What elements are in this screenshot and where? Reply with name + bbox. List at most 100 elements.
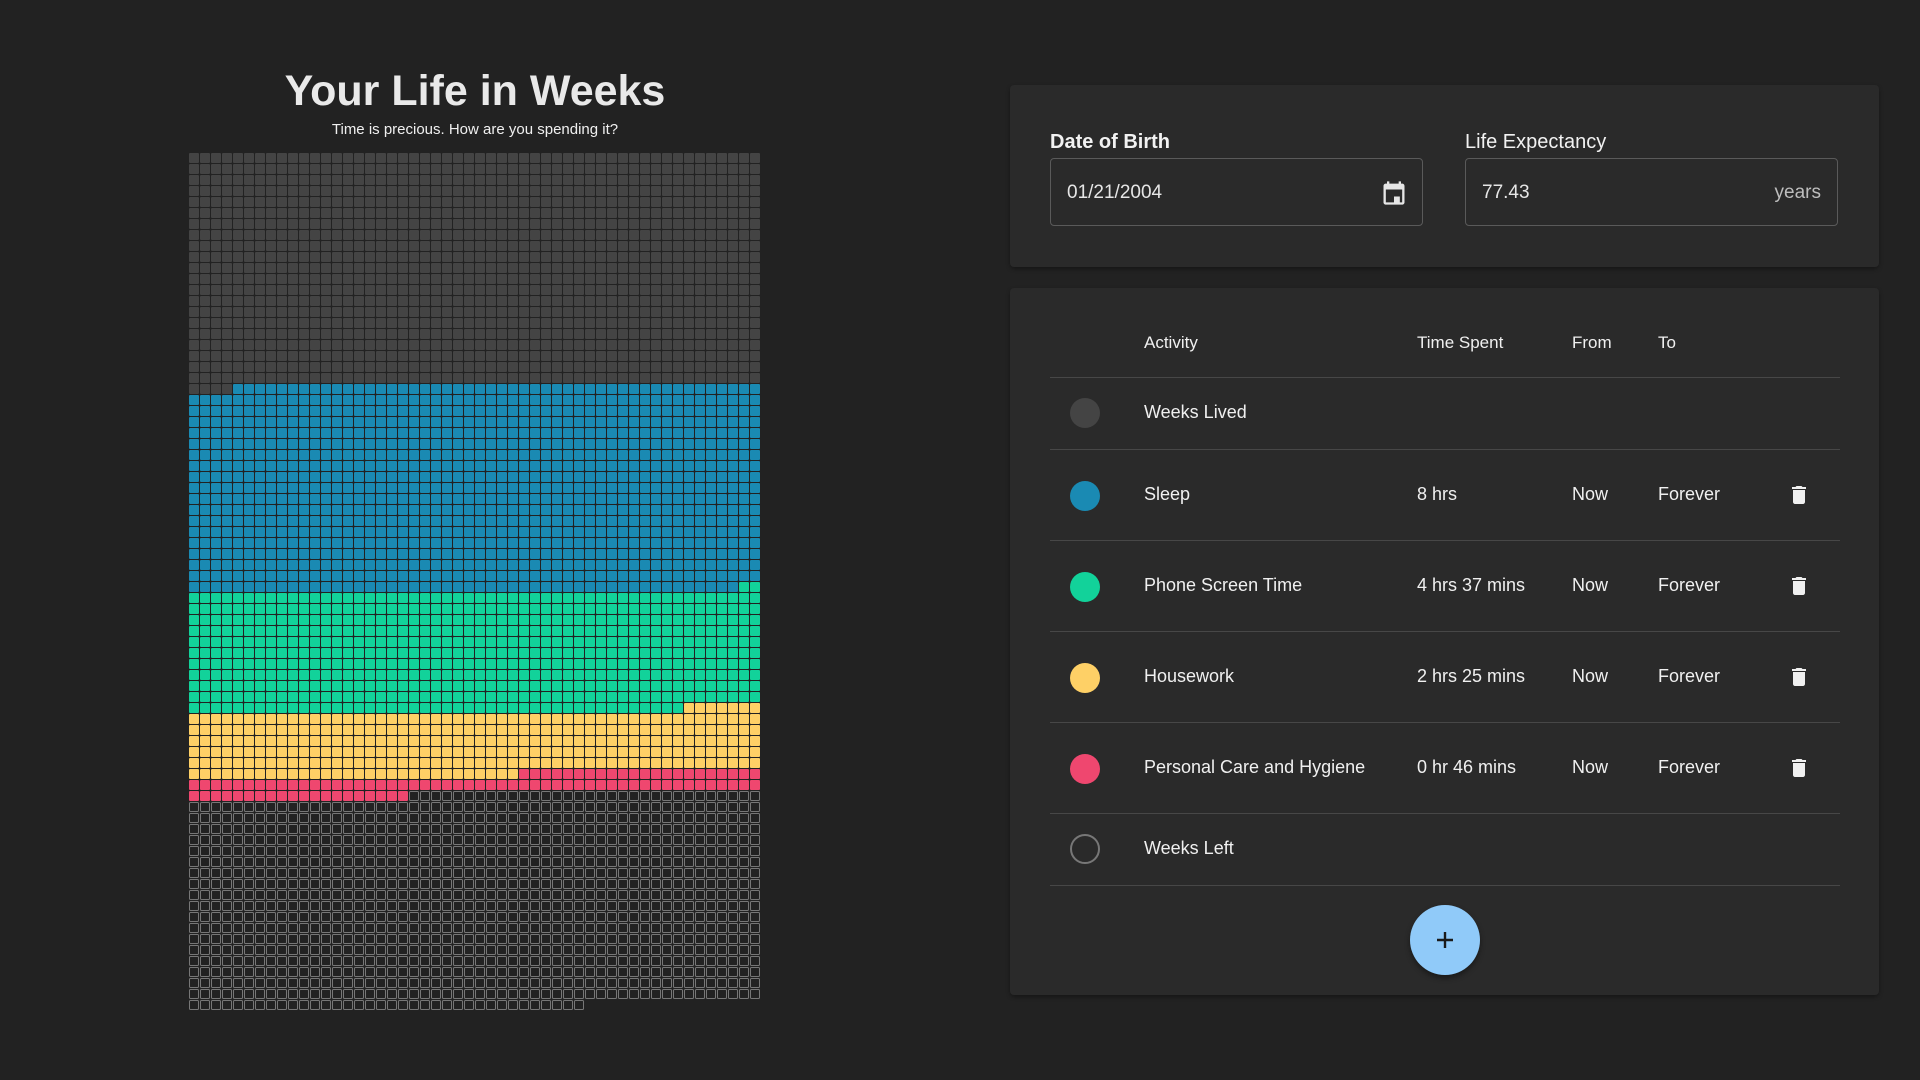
week-cell — [530, 989, 540, 999]
week-cell — [684, 285, 694, 295]
week-cell — [640, 978, 650, 988]
calendar-icon[interactable] — [1380, 179, 1408, 207]
week-cell — [607, 989, 617, 999]
activity-name[interactable]: Personal Care and Hygiene — [1144, 757, 1365, 778]
week-cell — [299, 351, 309, 361]
week-cell — [618, 296, 628, 306]
week-cell — [453, 461, 463, 471]
week-cell — [541, 571, 551, 581]
week-cell — [354, 197, 364, 207]
week-cell — [189, 351, 199, 361]
week-cell — [662, 285, 672, 295]
week-cell — [387, 879, 397, 889]
activity-name[interactable]: Sleep — [1144, 484, 1190, 505]
week-cell — [255, 681, 265, 691]
week-cell — [189, 626, 199, 636]
trash-icon[interactable] — [1787, 665, 1811, 689]
week-cell — [475, 747, 485, 757]
week-cell — [508, 538, 518, 548]
week-cell — [200, 208, 210, 218]
week-cell — [497, 725, 507, 735]
week-cell — [420, 384, 430, 394]
activity-name[interactable]: Phone Screen Time — [1144, 575, 1302, 596]
week-cell — [618, 615, 628, 625]
week-cell — [453, 549, 463, 559]
week-cell — [409, 505, 419, 515]
time-spent[interactable]: 2 hrs 25 mins — [1417, 666, 1525, 687]
week-cell — [640, 175, 650, 185]
week-cell — [552, 461, 562, 471]
week-cell — [365, 879, 375, 889]
week-cell — [321, 714, 331, 724]
add-activity-button[interactable] — [1410, 905, 1480, 975]
week-cell — [684, 494, 694, 504]
trash-icon[interactable] — [1787, 574, 1811, 598]
week-cell — [211, 274, 221, 284]
time-spent[interactable]: 8 hrs — [1417, 484, 1457, 505]
to-value[interactable]: Forever — [1658, 575, 1720, 596]
trash-icon[interactable] — [1787, 756, 1811, 780]
week-cell — [618, 835, 628, 845]
week-cell — [585, 516, 595, 526]
week-cell — [563, 681, 573, 691]
week-cell — [200, 802, 210, 812]
week-cell — [750, 956, 760, 966]
week-cell — [453, 604, 463, 614]
week-cell — [233, 1000, 243, 1010]
week-cell — [640, 428, 650, 438]
week-cell — [574, 296, 584, 306]
week-cell — [728, 351, 738, 361]
time-spent[interactable]: 4 hrs 37 mins — [1417, 575, 1525, 596]
life-expectancy-field[interactable]: 77.43 years — [1465, 158, 1838, 226]
from-value[interactable]: Now — [1572, 757, 1608, 778]
week-cell — [530, 659, 540, 669]
week-cell — [695, 615, 705, 625]
week-cell — [387, 659, 397, 669]
week-cell — [541, 153, 551, 163]
from-value[interactable]: Now — [1572, 666, 1608, 687]
week-cell — [607, 208, 617, 218]
week-cell — [409, 978, 419, 988]
week-cell — [431, 626, 441, 636]
week-cell — [321, 857, 331, 867]
week-cell — [519, 769, 529, 779]
week-cell — [211, 230, 221, 240]
week-cell — [497, 153, 507, 163]
dob-field[interactable]: 01/21/2004 — [1050, 158, 1423, 226]
time-spent[interactable]: 0 hr 46 mins — [1417, 757, 1516, 778]
color-dot[interactable] — [1070, 481, 1100, 511]
week-cell — [684, 571, 694, 581]
to-value[interactable]: Forever — [1658, 757, 1720, 778]
trash-icon[interactable] — [1787, 483, 1811, 507]
week-cell — [398, 791, 408, 801]
week-cell — [244, 472, 254, 482]
from-value[interactable]: Now — [1572, 575, 1608, 596]
week-cell — [519, 692, 529, 702]
from-value[interactable]: Now — [1572, 484, 1608, 505]
to-value[interactable]: Forever — [1658, 666, 1720, 687]
week-cell — [684, 384, 694, 394]
week-cell — [739, 659, 749, 669]
color-dot[interactable] — [1070, 754, 1100, 784]
week-cell — [508, 802, 518, 812]
week-cell — [442, 604, 452, 614]
week-cell — [310, 637, 320, 647]
week-cell — [585, 791, 595, 801]
activity-name[interactable]: Housework — [1144, 666, 1234, 687]
week-cell — [530, 791, 540, 801]
week-cell — [222, 703, 232, 713]
week-cell — [420, 153, 430, 163]
week-cell — [508, 241, 518, 251]
color-dot[interactable] — [1070, 572, 1100, 602]
color-dot[interactable] — [1070, 663, 1100, 693]
week-cell — [222, 329, 232, 339]
week-cell — [343, 395, 353, 405]
week-cell — [266, 758, 276, 768]
week-cell — [354, 780, 364, 790]
to-value[interactable]: Forever — [1658, 484, 1720, 505]
week-cell — [486, 494, 496, 504]
week-cell — [497, 560, 507, 570]
week-cell — [299, 307, 309, 317]
week-cell — [508, 923, 518, 933]
week-cell — [552, 769, 562, 779]
